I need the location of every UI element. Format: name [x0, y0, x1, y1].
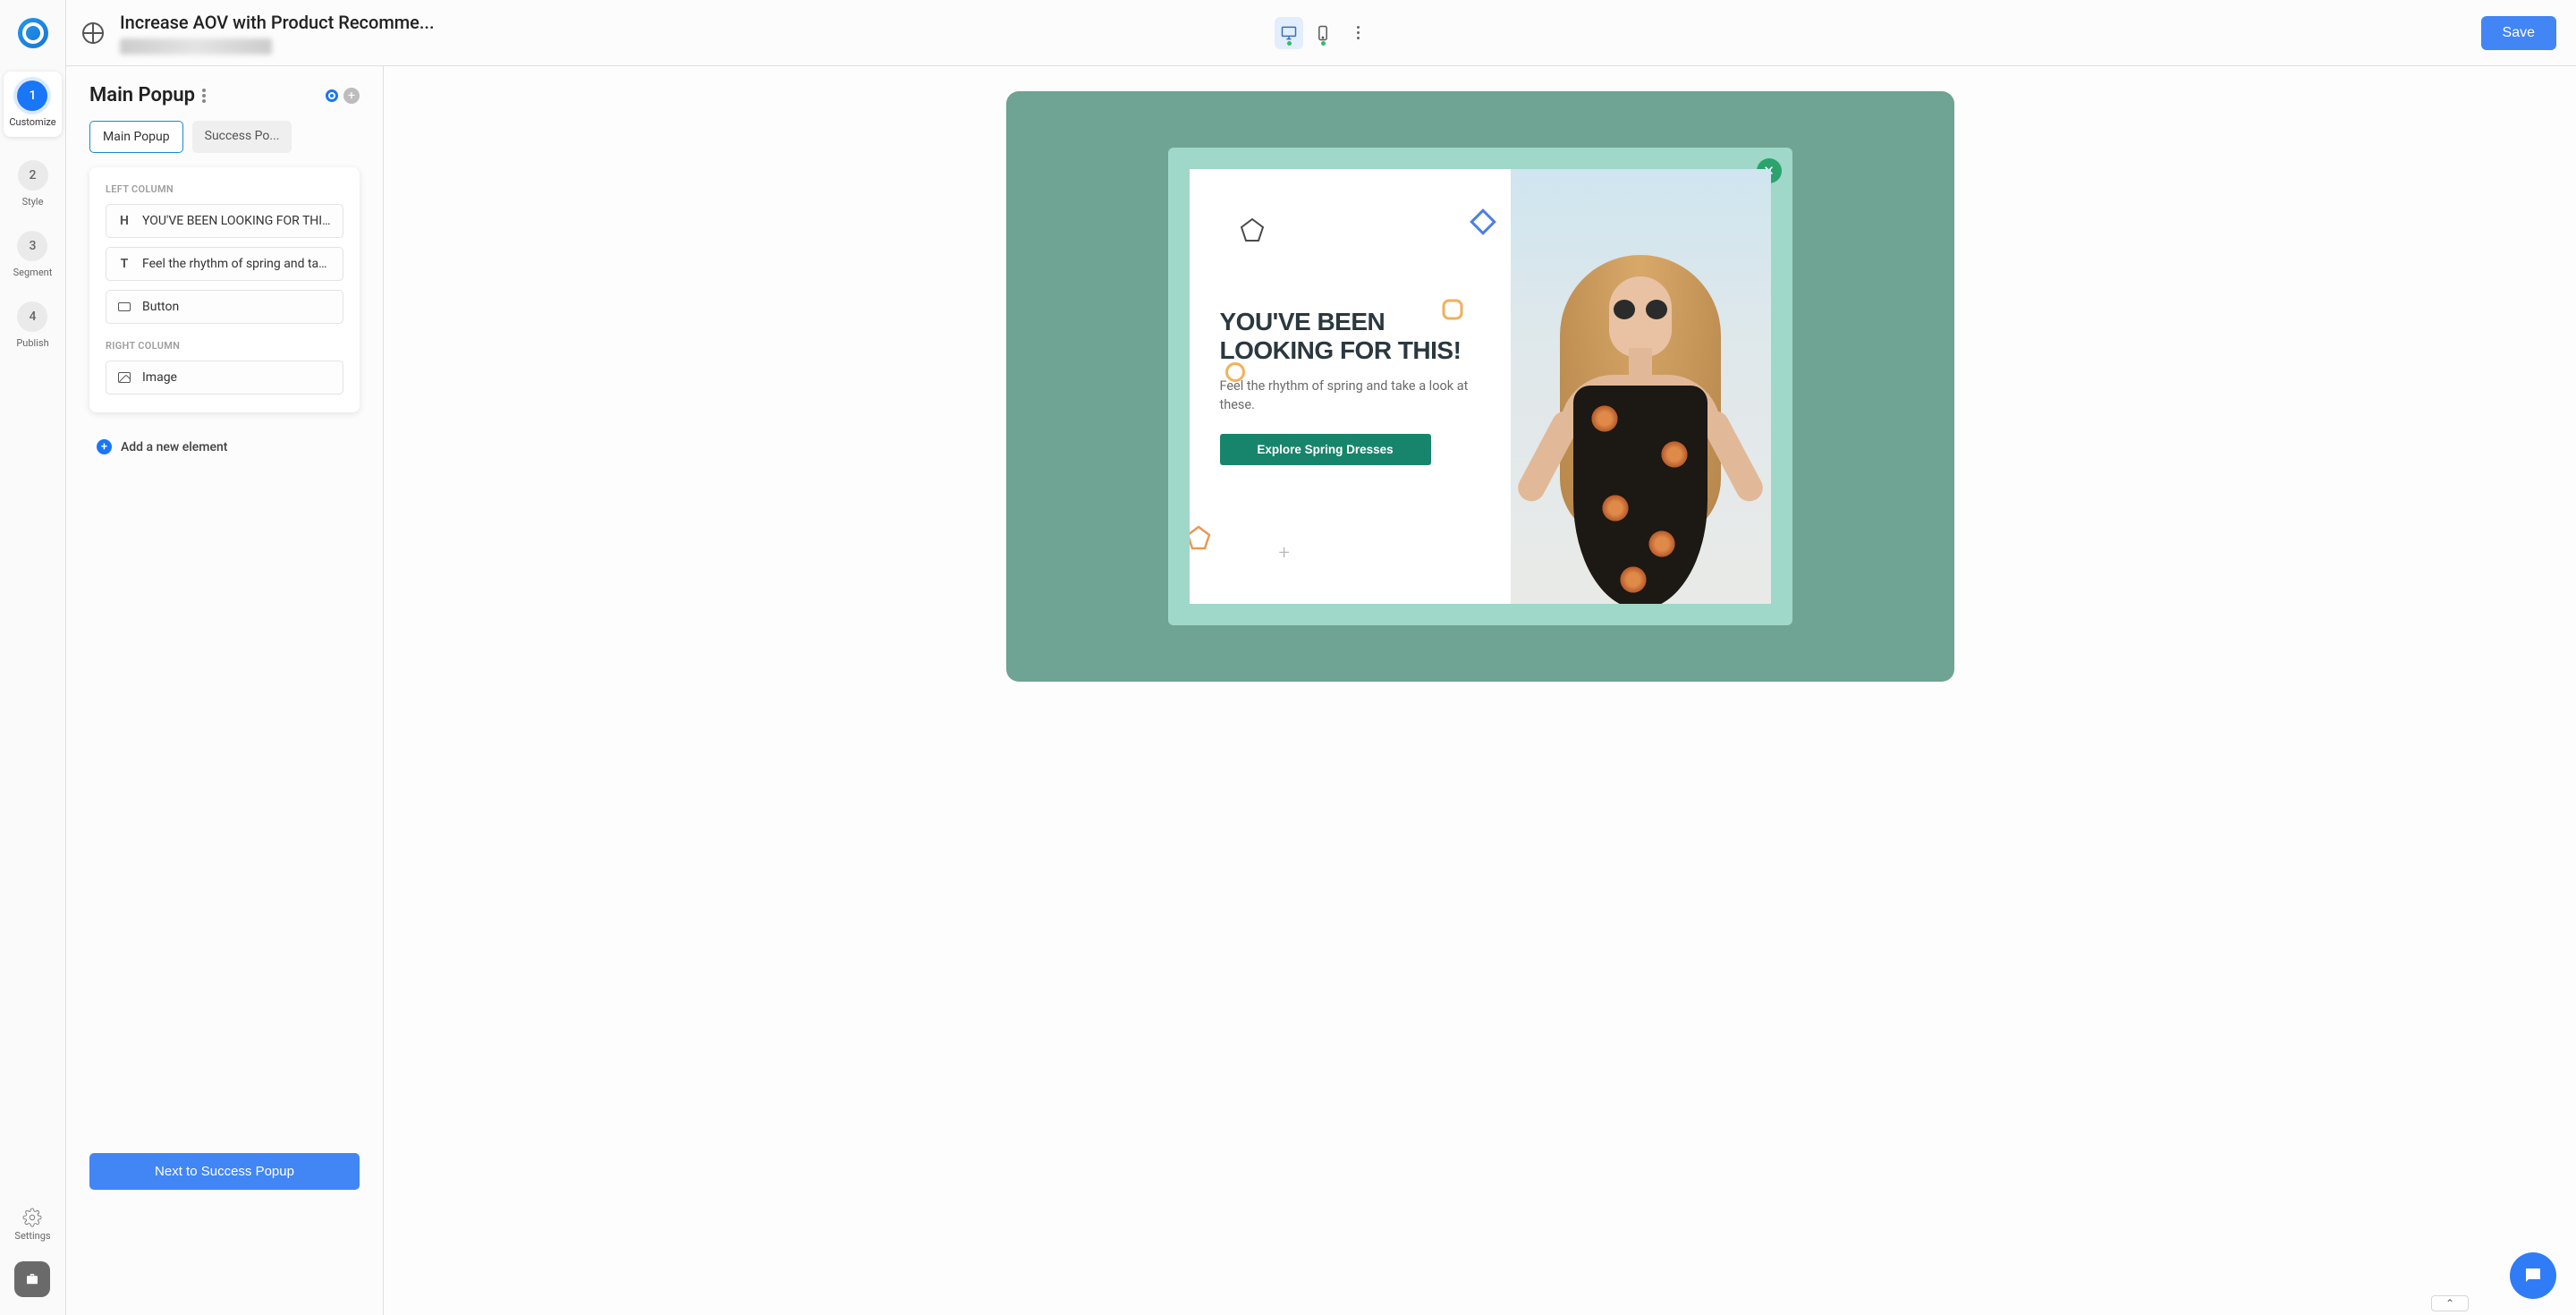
add-element-button[interactable]: + Add a new element: [89, 439, 360, 454]
element-label: Feel the rhythm of spring and take ...: [142, 257, 332, 271]
device-desktop[interactable]: [1275, 17, 1303, 49]
plus-decoration-icon: +: [1279, 542, 1290, 564]
settings-label: Settings: [14, 1230, 50, 1242]
element-button[interactable]: Button: [106, 290, 343, 324]
button-icon: [117, 300, 131, 314]
side-panel: Main Popup + Main Popup Success Po... LE…: [66, 66, 384, 1315]
element-text[interactable]: T Feel the rhythm of spring and take ...: [106, 247, 343, 281]
chat-fab[interactable]: [2510, 1252, 2556, 1299]
device-toggle-group: [1275, 17, 1368, 49]
chat-icon: [2522, 1265, 2544, 1286]
briefcase-button[interactable]: [14, 1261, 50, 1297]
tab-success-popup[interactable]: Success Po...: [192, 121, 292, 153]
popup-tabs: Main Popup Success Po...: [89, 121, 360, 153]
element-label: Image: [142, 370, 177, 385]
add-element-label: Add a new element: [121, 440, 227, 454]
briefcase-icon: [24, 1271, 40, 1287]
panel-more-menu[interactable]: [202, 89, 206, 103]
diamond-icon: [1470, 208, 1496, 235]
step-label: Publish: [16, 337, 48, 349]
circle-icon: [1225, 362, 1245, 382]
step-label: Segment: [13, 267, 53, 278]
preview-canvas: ✕ + YOU'VE BEEN LOOKING FOR THIS! Feel t…: [384, 66, 2576, 1315]
popup-right-column: [1511, 169, 1771, 604]
text-icon: T: [117, 257, 131, 271]
add-section-button[interactable]: +: [343, 88, 360, 104]
app-logo: [18, 18, 48, 48]
step-label: Style: [22, 196, 44, 208]
campaign-title-block: Increase AOV with Product Recomme...: [120, 12, 435, 55]
step-number: 3: [17, 231, 47, 261]
step-customize[interactable]: 1 Customize: [4, 72, 61, 137]
step-number: 2: [18, 160, 48, 191]
element-label: Button: [142, 300, 179, 314]
heading-icon: H: [117, 214, 131, 228]
save-button[interactable]: Save: [2481, 16, 2556, 50]
device-more-menu[interactable]: [1348, 23, 1368, 43]
mobile-icon: [1314, 24, 1332, 42]
campaign-subtitle-blurred: [120, 38, 272, 55]
step-label: Customize: [9, 116, 55, 128]
left-column-label: LEFT COLUMN: [106, 183, 343, 195]
globe-icon[interactable]: [82, 22, 104, 44]
step-segment[interactable]: 3 Segment: [13, 231, 53, 278]
gear-icon: [22, 1208, 42, 1230]
popup-left-column: + YOU'VE BEEN LOOKING FOR THIS! Feel the…: [1190, 169, 1511, 604]
elements-card: LEFT COLUMN H YOU'VE BEEN LOOKING FOR TH…: [89, 167, 360, 412]
rounded-square-icon: [1441, 298, 1464, 321]
tab-main-popup[interactable]: Main Popup: [89, 121, 183, 153]
popup-subtitle: Feel the rhythm of spring and take a loo…: [1220, 378, 1480, 414]
step-number: 4: [17, 301, 47, 332]
popup-cta-button[interactable]: Explore Spring Dresses: [1220, 434, 1431, 465]
next-button[interactable]: Next to Success Popup: [89, 1153, 360, 1190]
step-number: 1: [17, 81, 47, 111]
chevron-up-icon: ⌃: [2445, 1297, 2454, 1310]
device-active-dot: [1321, 41, 1326, 46]
plus-icon: +: [97, 439, 112, 454]
device-mobile[interactable]: [1309, 17, 1337, 49]
header: Increase AOV with Product Recomme... Sav…: [66, 0, 2576, 66]
popup-inner: + YOU'VE BEEN LOOKING FOR THIS! Feel the…: [1190, 169, 1771, 604]
pentagon-icon: [1190, 525, 1211, 550]
right-column-label: RIGHT COLUMN: [106, 340, 343, 352]
collapse-button[interactable]: ⌃: [2431, 1295, 2469, 1311]
image-icon: [117, 370, 131, 385]
desktop-icon: [1280, 24, 1298, 42]
step-style[interactable]: 2 Style: [18, 160, 48, 208]
element-label: YOU'VE BEEN LOOKING FOR THIS!: [142, 214, 332, 228]
device-active-dot: [1287, 41, 1292, 46]
step-publish[interactable]: 4 Publish: [16, 301, 48, 349]
nav-rail: 1 Customize 2 Style 3 Segment 4 Publish …: [0, 0, 66, 1315]
model-illustration: [1524, 228, 1757, 604]
panel-heading: Main Popup: [89, 84, 195, 106]
element-heading[interactable]: H YOU'VE BEEN LOOKING FOR THIS!: [106, 204, 343, 238]
preview-frame: ✕ + YOU'VE BEEN LOOKING FOR THIS! Feel t…: [1006, 91, 1954, 682]
campaign-title: Increase AOV with Product Recomme...: [120, 12, 435, 33]
nav-settings[interactable]: Settings: [14, 1208, 50, 1242]
pentagon-icon: [1240, 217, 1265, 242]
visibility-radio-icon[interactable]: [326, 89, 338, 102]
element-image[interactable]: Image: [106, 361, 343, 394]
popup-outer: ✕ + YOU'VE BEEN LOOKING FOR THIS! Feel t…: [1168, 148, 1792, 625]
